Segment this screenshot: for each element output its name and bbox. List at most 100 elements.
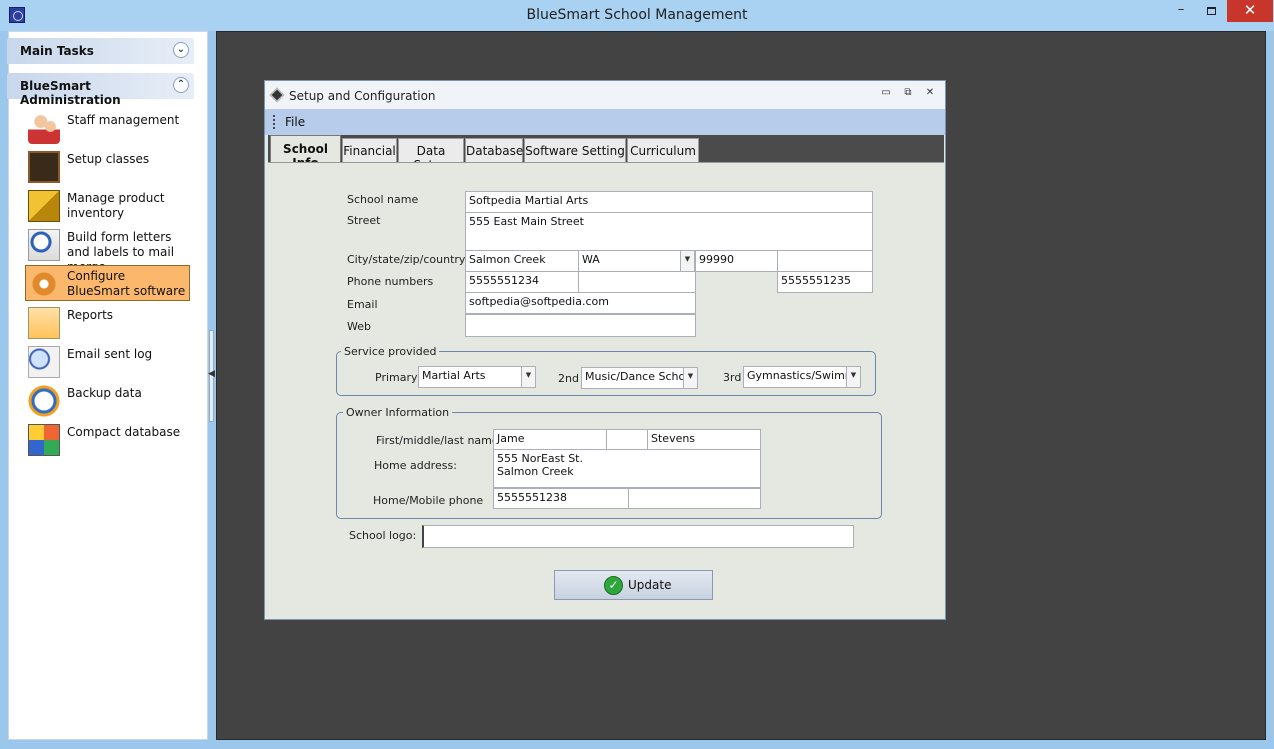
owner-last-name-input[interactable]: Stevens: [647, 429, 761, 450]
sidebar-item-label: Backup data: [67, 386, 142, 400]
classroom-icon: [28, 151, 60, 183]
owner-first-name-input[interactable]: Jame: [493, 429, 607, 450]
tab-school-info[interactable]: School Info: [270, 135, 341, 170]
dialog-minimize-button[interactable]: ▭: [879, 87, 893, 101]
city-input[interactable]: Salmon Creek: [465, 250, 579, 272]
tab-financial[interactable]: Financial: [342, 138, 397, 163]
label-third: 3rd: [723, 371, 742, 384]
maximize-button[interactable]: [1196, 0, 1226, 22]
address-line-2: Salmon Creek: [497, 465, 574, 478]
address-line-1: 555 NorEast St.: [497, 452, 583, 465]
sidebar-item-label: Setup classes: [67, 152, 150, 166]
label-city-state-zip: City/state/zip/country: [347, 253, 466, 266]
second-service-value: Music/Dance School: [585, 370, 696, 383]
third-service-select[interactable]: Gymnastics/Swimmir ▼: [743, 366, 861, 388]
sidebar-item-compact-database[interactable]: Compact database: [26, 422, 191, 458]
state-select[interactable]: WA ▼: [578, 250, 695, 272]
sidebar-item-manage-inventory[interactable]: Manage product inventory: [26, 188, 191, 224]
tab-curriculum[interactable]: Curriculum: [627, 138, 699, 163]
state-value: WA: [582, 253, 600, 266]
owner-mobile-phone-input[interactable]: [628, 488, 761, 509]
update-label: Update: [628, 578, 672, 592]
update-button[interactable]: ✓ Update: [554, 570, 713, 600]
chevron-down-icon[interactable]: ▼: [680, 251, 694, 271]
collapse-arrow-icon[interactable]: ◀: [208, 369, 215, 383]
owner-address-input[interactable]: 555 NorEast St. Salmon Creek: [493, 449, 761, 488]
box-icon: [28, 190, 60, 222]
sidebar-item-email-log[interactable]: Email sent log: [26, 344, 191, 380]
chevron-down-icon[interactable]: ▼: [846, 367, 860, 387]
sidebar-item-setup-classes[interactable]: Setup classes: [26, 149, 191, 185]
web-input[interactable]: [465, 314, 696, 337]
phone1-input[interactable]: 5555551234: [465, 271, 579, 293]
label-school-name: School name: [347, 193, 419, 206]
label-phone-numbers: Phone numbers: [347, 275, 434, 288]
letter-icon: [28, 229, 60, 261]
tab-software-setting[interactable]: Software Setting: [524, 138, 626, 163]
sidebar-item-label: Staff management: [67, 113, 180, 127]
group-main-tasks[interactable]: Main Tasks ⌄: [7, 38, 194, 64]
chevron-down-icon[interactable]: ▼: [521, 367, 535, 387]
sidebar-item-form-letters[interactable]: Build form letters and labels to mail me…: [26, 227, 191, 274]
email-input[interactable]: softpedia@softpedia.com: [465, 292, 696, 314]
label-home-address: Home address:: [374, 459, 457, 472]
sidebar-item-backup-data[interactable]: Backup data: [26, 383, 191, 419]
phone3-input[interactable]: 5555551235: [777, 271, 873, 293]
owner-home-phone-input[interactable]: 5555551238: [493, 488, 629, 509]
school-name-input[interactable]: Softpedia Martial Arts: [465, 191, 873, 213]
group-title: Main Tasks: [20, 44, 94, 58]
label-primary: Primary: [375, 371, 418, 384]
sidebar-item-label: Manage product inventory: [67, 191, 165, 220]
sidebar-item-label: Reports: [67, 308, 114, 322]
primary-service-value: Martial Arts: [422, 369, 486, 382]
second-service-select[interactable]: Music/Dance School ▼: [581, 367, 698, 389]
tab-database[interactable]: Database: [465, 138, 523, 163]
group-bluesmart-administration[interactable]: BlueSmart Administration ⌃: [7, 73, 194, 107]
country-input[interactable]: [777, 250, 873, 272]
checkmark-icon: ✓: [604, 576, 623, 595]
group-title: BlueSmart Administration: [20, 79, 121, 107]
sidebar-item-staff-management[interactable]: Staff management: [26, 110, 191, 146]
tab-data-setup[interactable]: Data Setup: [398, 138, 464, 172]
school-logo-input[interactable]: [422, 525, 854, 548]
menu-grip-handle[interactable]: [273, 115, 275, 129]
owner-group-title: Owner Information: [343, 406, 453, 419]
minimize-button[interactable]: –: [1166, 0, 1196, 22]
label-street: Street: [347, 214, 381, 227]
setup-configuration-window: Setup and Configuration ▭ ⧉ ✕ File Schoo…: [264, 80, 946, 620]
cube-icon: [28, 424, 60, 456]
magnifier-icon: [28, 346, 60, 378]
bottom-border: [0, 740, 1274, 749]
window-title: BlueSmart School Management: [526, 7, 748, 23]
sidebar-item-label: Compact database: [67, 425, 181, 439]
label-school-logo: School logo:: [349, 529, 417, 542]
menu-file[interactable]: File: [285, 115, 305, 129]
service-group-title: Service provided: [341, 345, 440, 358]
clock-icon: [28, 385, 60, 417]
street-input[interactable]: 555 East Main Street: [465, 212, 873, 251]
dialog-close-button[interactable]: ✕: [923, 87, 937, 101]
label-email: Email: [347, 298, 378, 311]
chevron-double-down-icon[interactable]: ⌄: [173, 42, 189, 58]
dialog-title: Setup and Configuration: [289, 89, 436, 103]
third-service-value: Gymnastics/Swimmir: [747, 369, 861, 382]
close-button[interactable]: ✕: [1227, 0, 1273, 22]
label-home-mobile-phone: Home/Mobile phone: [373, 494, 484, 507]
sidebar-item-label: Email sent log: [67, 347, 153, 361]
chart-icon: [28, 307, 60, 339]
label-owner-name: First/middle/last name: [376, 434, 499, 447]
chevron-down-icon[interactable]: ▼: [683, 368, 697, 388]
label-second: 2nd: [558, 372, 579, 385]
phone2-input[interactable]: [578, 271, 696, 293]
chevron-double-up-icon[interactable]: ⌃: [173, 77, 189, 93]
primary-service-select[interactable]: Martial Arts ▼: [418, 366, 536, 388]
sidebar-item-configure-software[interactable]: Configure BlueSmart software: [25, 265, 190, 301]
menu-bar: [265, 109, 945, 135]
sidebar-item-reports[interactable]: Reports: [26, 305, 191, 341]
dialog-restore-button[interactable]: ⧉: [901, 87, 915, 101]
maximize-icon: [1206, 7, 1216, 15]
owner-middle-name-input[interactable]: [606, 429, 648, 450]
staff-icon: [28, 112, 60, 144]
sidebar-item-label: Configure BlueSmart software: [67, 269, 186, 298]
zip-input[interactable]: 99990: [695, 250, 778, 272]
